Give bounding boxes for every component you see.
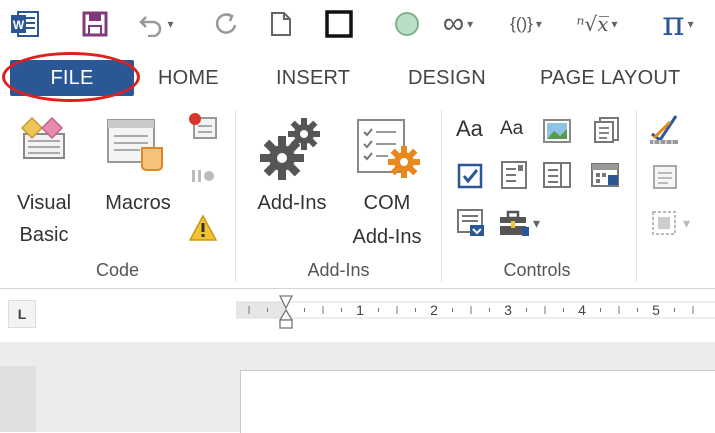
bracket-button[interactable]: {()} ▾ [496, 8, 556, 40]
tab-insert[interactable]: INSERT [276, 60, 350, 96]
redo-icon[interactable] [210, 8, 242, 40]
group-separator [235, 110, 236, 282]
toolbox-icon [500, 210, 529, 236]
add-ins-label: Add-Ins [257, 192, 327, 214]
square-border-icon[interactable] [322, 8, 356, 40]
design-mode-icon[interactable] [648, 112, 680, 146]
chevron-down-icon: ▾ [535, 17, 542, 31]
macros-icon [107, 119, 163, 171]
new-document-icon[interactable] [266, 8, 296, 40]
chevron-down-icon: ▾ [611, 17, 618, 31]
record-macro-icon[interactable] [186, 112, 220, 142]
legacy-tools-button[interactable]: ▾ [498, 208, 554, 238]
undo-button[interactable]: ▾ [134, 8, 178, 40]
ruler-number: 4 [578, 302, 586, 318]
com-add-ins-button[interactable]: COM Add-Ins [342, 112, 432, 258]
combo-box-icon[interactable] [500, 160, 530, 190]
controls-group-label: Controls [503, 260, 571, 280]
ruler-number: 3 [504, 302, 512, 318]
tab-page-layout[interactable]: PAGE LAYOUT [540, 60, 680, 96]
tab-home[interactable]: HOME [158, 60, 219, 96]
visual-basic-label-line2: Basic [19, 224, 69, 246]
document-canvas [0, 342, 715, 433]
svg-text:W: W [13, 18, 25, 32]
plain-text-control-button[interactable]: Aa [500, 118, 523, 140]
document-page[interactable] [240, 370, 715, 433]
group-separator [636, 110, 637, 282]
visual-basic-button[interactable]: Visual Basic [14, 112, 74, 258]
rich-text-control-button[interactable]: Aa [456, 116, 483, 142]
repeating-section-icon[interactable] [456, 208, 486, 238]
group-separator [441, 110, 442, 282]
tab-design[interactable]: DESIGN [408, 60, 486, 96]
group-icon [652, 211, 676, 235]
com-add-ins-label-line2: Add-Ins [352, 226, 422, 248]
infinity-symbol-button[interactable]: ∞ ▾ [430, 7, 486, 40]
ruler-number: 2 [430, 302, 438, 318]
macro-security-icon[interactable] [188, 214, 218, 242]
add-ins-group-label: Add-Ins [307, 260, 370, 280]
undo-icon [139, 16, 162, 37]
save-icon[interactable] [78, 8, 112, 40]
horizontal-ruler[interactable]: 1 2 3 4 5 [236, 292, 715, 340]
radical-button[interactable]: ⁿ√x̅ ▾ [566, 8, 628, 40]
macros-button[interactable]: Macros [96, 112, 180, 258]
pi-icon: π [662, 4, 685, 44]
gears-icon [260, 118, 320, 180]
com-add-ins-label-line1: COM [363, 192, 411, 214]
ribbon-tabs: FILE HOME INSERT DESIGN PAGE LAYOUT [0, 52, 715, 104]
chevron-down-icon: ▾ [683, 214, 691, 231]
word-app-icon[interactable]: W [8, 8, 42, 40]
chevron-down-icon: ▾ [167, 17, 174, 31]
date-picker-icon[interactable] [590, 160, 622, 190]
group-button[interactable]: ▾ [650, 208, 712, 238]
ruler-number: 5 [652, 302, 660, 318]
add-ins-button[interactable]: Add-Ins [246, 112, 338, 258]
code-group-label: Code [95, 260, 140, 280]
tab-file[interactable]: FILE [10, 60, 134, 96]
visual-basic-label-line1: Visual [16, 192, 72, 214]
macros-label: Macros [105, 192, 171, 214]
visual-basic-icon [20, 116, 65, 159]
ruler-number: 1 [356, 302, 364, 318]
tab-selector-button[interactable]: L [8, 300, 36, 328]
circle-shape-icon[interactable] [392, 8, 422, 40]
bracket-icon: {()} [510, 14, 533, 33]
pause-recording-icon[interactable] [188, 166, 218, 186]
checkbox-control-icon[interactable] [456, 162, 486, 190]
chevron-down-icon: ▾ [533, 214, 541, 231]
ribbon-panel: Visual Basic Macros Code Add-Ins COM Add… [0, 104, 715, 289]
com-add-ins-icon [357, 119, 420, 178]
vertical-ruler [0, 366, 36, 432]
chevron-down-icon: ▾ [687, 17, 694, 31]
infinity-icon: ∞ [442, 7, 465, 40]
properties-icon[interactable] [652, 164, 678, 190]
quick-access-toolbar: W ▾ ∞ ▾ {()} ▾ ⁿ√x̅ ▾ π ▾ [0, 0, 715, 48]
equation-button[interactable]: π ▾ [648, 4, 708, 44]
building-block-icon[interactable] [592, 116, 622, 144]
radical-icon: ⁿ√x̅ [576, 12, 609, 36]
drop-down-list-icon[interactable] [542, 160, 572, 190]
left-indent-marker [279, 319, 293, 329]
chevron-down-icon: ▾ [467, 17, 474, 31]
ruler-area: L 1 2 3 4 5 [0, 290, 715, 342]
picture-control-icon[interactable] [542, 118, 572, 144]
